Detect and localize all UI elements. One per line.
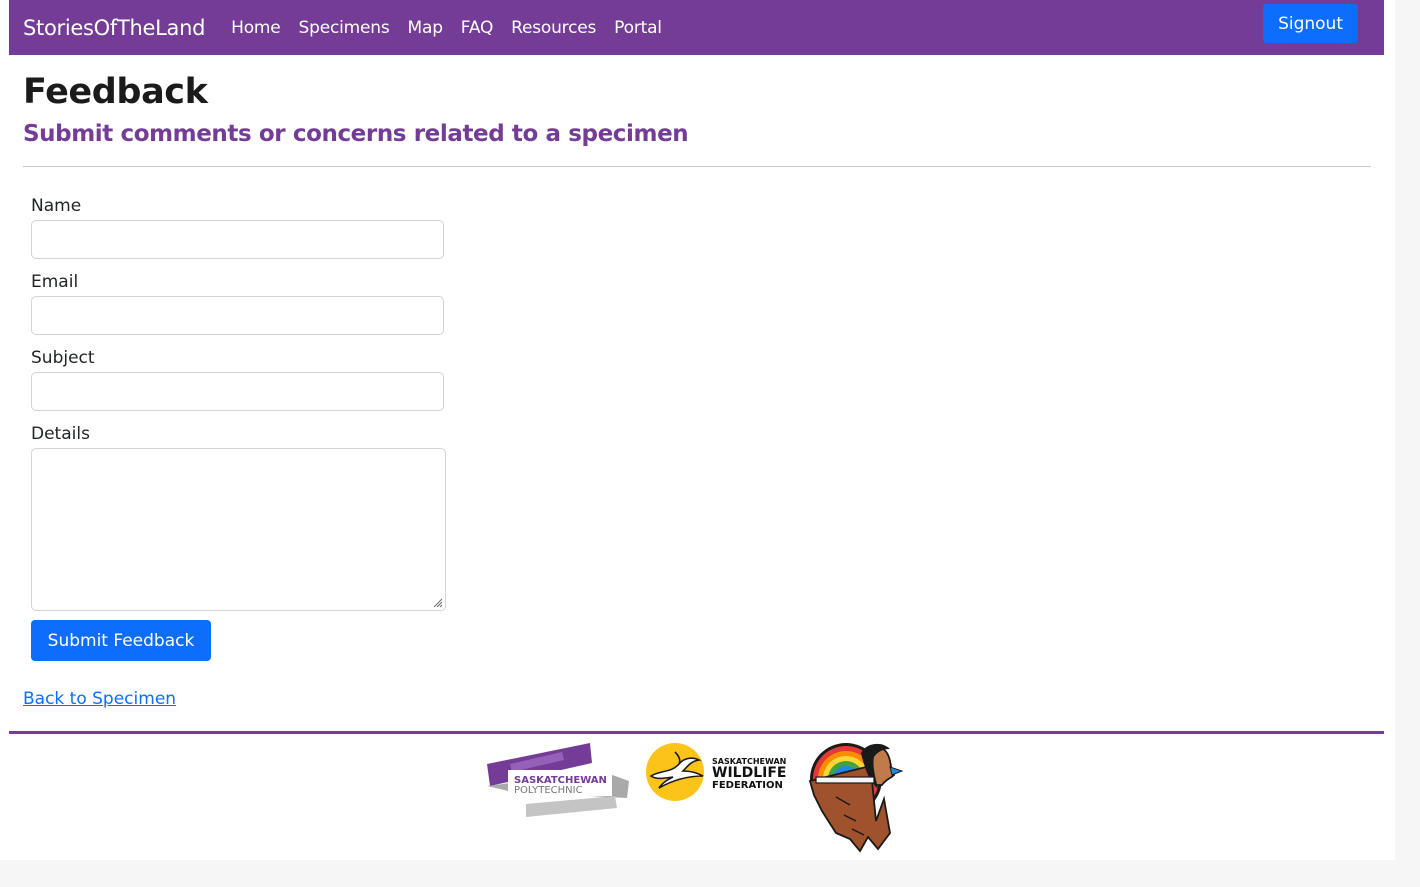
nav-resources-link[interactable]: Resources bbox=[511, 18, 596, 38]
name-input[interactable] bbox=[31, 220, 444, 259]
nav-faq-link[interactable]: FAQ bbox=[461, 18, 494, 38]
back-to-specimen-link[interactable]: Back to Specimen bbox=[23, 689, 176, 709]
signout-button[interactable]: Signout bbox=[1263, 4, 1358, 43]
page-title: Feedback bbox=[23, 72, 208, 112]
polytechnic-line2: POLYTECHNIC bbox=[514, 785, 583, 796]
page-subtitle: Submit comments or concerns related to a… bbox=[23, 121, 689, 147]
header-divider bbox=[23, 166, 1371, 167]
nav-specimens-link[interactable]: Specimens bbox=[299, 18, 390, 38]
subject-label: Subject bbox=[31, 348, 95, 368]
footer-divider bbox=[9, 731, 1384, 734]
details-label: Details bbox=[31, 424, 90, 444]
swf-line3: FEDERATION bbox=[712, 780, 783, 791]
name-label: Name bbox=[31, 196, 82, 216]
saskatchewan-polytechnic-logo: SASKATCHEWAN POLYTECHNIC bbox=[487, 743, 629, 817]
page: StoriesOfTheLand Home Specimens Map FAQ … bbox=[0, 0, 1395, 860]
resize-grip-icon[interactable] bbox=[431, 596, 443, 608]
nav-home-link[interactable]: Home bbox=[231, 18, 281, 38]
submit-feedback-button[interactable]: Submit Feedback bbox=[31, 620, 211, 661]
saskatchewan-wildlife-federation-logo: SASKATCHEWAN WILDLIFE FEDERATION bbox=[646, 743, 786, 801]
brand-link[interactable]: StoriesOfTheLand bbox=[23, 16, 205, 40]
nav-links: Home Specimens Map FAQ Resources Portal bbox=[231, 18, 680, 38]
nav-portal-link[interactable]: Portal bbox=[614, 18, 662, 38]
top-navbar: StoriesOfTheLand Home Specimens Map FAQ … bbox=[9, 0, 1384, 55]
details-textarea[interactable] bbox=[31, 448, 446, 611]
first-nations-emblem-logo bbox=[808, 743, 904, 853]
email-label: Email bbox=[31, 272, 79, 292]
swf-line2: WILDLIFE bbox=[712, 765, 786, 781]
email-input[interactable] bbox=[31, 296, 444, 335]
subject-input[interactable] bbox=[31, 372, 444, 411]
nav-map-link[interactable]: Map bbox=[408, 18, 443, 38]
